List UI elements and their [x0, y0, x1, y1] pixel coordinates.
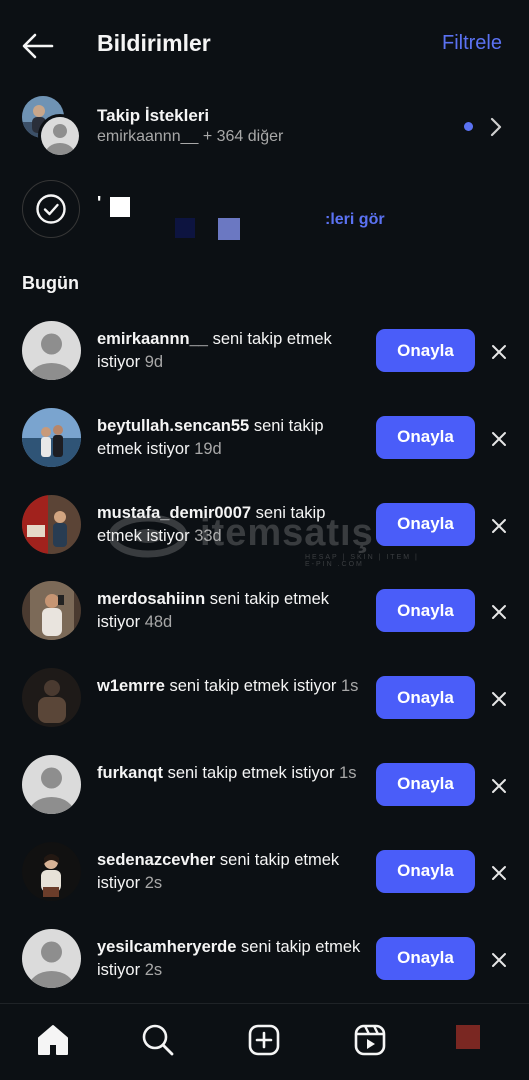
request-time: 2s — [144, 960, 163, 979]
avatar[interactable] — [22, 841, 81, 901]
page-title: Bildirimler — [97, 30, 211, 56]
close-icon[interactable] — [488, 601, 510, 623]
request-username[interactable]: mustafa_demir0007 — [97, 504, 251, 522]
avatar[interactable] — [22, 581, 81, 641]
request-text: sedenazcevher seni takip etmek istiyor 2… — [97, 849, 365, 895]
back-arrow-icon[interactable] — [20, 30, 56, 62]
avatar[interactable] — [22, 668, 81, 728]
request-row[interactable]: beytullah.sencan55 seni takip etmek isti… — [0, 403, 529, 490]
unread-dot — [464, 122, 473, 131]
close-icon[interactable] — [488, 949, 510, 971]
close-icon[interactable] — [488, 775, 510, 797]
request-row[interactable]: emirkaannn__ seni takip etmek istiyor 9d… — [0, 316, 529, 403]
close-icon[interactable] — [488, 515, 510, 537]
avatar[interactable] — [22, 321, 81, 380]
request-username[interactable]: furkanqt — [97, 764, 163, 782]
request-time: 9d — [144, 353, 164, 371]
request-username[interactable]: emirkaannn__ — [97, 330, 208, 348]
confirm-button[interactable]: Onayla — [376, 329, 475, 372]
create-icon[interactable] — [246, 1022, 282, 1058]
redaction-block — [175, 218, 195, 238]
reels-icon[interactable] — [352, 1022, 388, 1058]
header: Bildirimler Filtrele — [0, 0, 529, 90]
confirm-button[interactable]: Onayla — [376, 676, 475, 720]
request-text: furkanqt seni takip etmek istiyor 1s — [97, 762, 365, 785]
search-icon[interactable] — [140, 1022, 176, 1058]
request-time: 1s — [339, 763, 357, 782]
request-time: 1s — [340, 677, 359, 696]
bottom-tab-bar — [0, 1003, 529, 1080]
follow-requests-title: Takip İstekleri — [97, 106, 210, 125]
request-username[interactable]: sedenazcevher — [97, 851, 215, 869]
request-time: 48d — [144, 613, 173, 632]
request-text: mustafa_demir0007 seni takip etmek istiy… — [97, 502, 365, 548]
follow-requests-avatars — [22, 96, 84, 158]
close-icon[interactable] — [488, 341, 510, 363]
request-row[interactable]: yesilcamheryerde seni takip etmek istiyo… — [0, 924, 529, 1011]
request-username[interactable]: merdosahiinn — [97, 590, 205, 608]
confirm-button[interactable]: Onayla — [376, 502, 475, 546]
request-row[interactable]: merdosahiinn seni takip etmek istiyor 48… — [0, 576, 529, 663]
request-list: emirkaannn__ seni takip etmek istiyor 9d… — [0, 316, 529, 1010]
request-row[interactable]: w1emrre seni takip etmek istiyor 1s Onayl… — [0, 663, 529, 750]
close-icon[interactable] — [488, 862, 510, 884]
home-icon[interactable] — [35, 1022, 71, 1058]
activity-text-prefix: ' — [97, 193, 102, 213]
request-message: seni takip etmek istiyor — [164, 677, 337, 696]
request-time: 2s — [144, 873, 163, 892]
follow-requests-subtitle: emirkaannn__ + 364 diğer — [97, 128, 284, 145]
request-text: w1emrre seni takip etmek istiyor 1s — [97, 675, 365, 698]
close-icon[interactable] — [488, 428, 510, 450]
request-username[interactable]: w1emrre — [97, 677, 165, 695]
chevron-right-icon — [487, 116, 505, 138]
filter-button[interactable]: Filtrele — [442, 32, 502, 55]
request-row[interactable]: sedenazcevher seni takip etmek istiyor 2… — [0, 837, 529, 924]
request-text: emirkaannn__ seni takip etmek istiyor 9d — [97, 328, 365, 374]
request-row[interactable]: mustafa_demir0007 seni takip etmek istiy… — [0, 490, 529, 577]
confirm-button[interactable]: Onayla — [376, 936, 475, 980]
request-username[interactable]: yesilcamheryerde — [97, 938, 236, 956]
section-title-today: Bugün — [22, 273, 79, 293]
request-time: 19d — [194, 439, 222, 458]
avatar[interactable] — [22, 494, 81, 554]
confirm-button[interactable]: Onayla — [376, 849, 475, 893]
avatar[interactable] — [22, 754, 81, 814]
activity-row[interactable]: ' :leri gör — [0, 178, 529, 242]
profile-avatar[interactable] — [456, 1025, 480, 1049]
close-icon[interactable] — [488, 688, 510, 710]
follow-requests-row[interactable]: Takip İstekleri emirkaannn__ + 364 diğer — [0, 92, 529, 162]
request-message: seni takip etmek istiyor — [163, 763, 335, 782]
avatar[interactable] — [22, 928, 81, 988]
confirm-button[interactable]: Onayla — [376, 589, 475, 633]
redaction-block — [110, 197, 130, 217]
request-text: beytullah.sencan55 seni takip etmek isti… — [97, 415, 365, 461]
request-username[interactable]: beytullah.sencan55 — [97, 417, 249, 435]
default-avatar-icon — [38, 114, 82, 158]
check-circle-icon — [22, 180, 80, 238]
confirm-button[interactable]: Onayla — [376, 415, 475, 459]
confirm-button[interactable]: Onayla — [376, 762, 475, 806]
request-text: yesilcamheryerde seni takip etmek istiyo… — [97, 936, 365, 982]
redaction-block — [218, 218, 240, 240]
request-time: 33d — [194, 526, 222, 545]
see-all-link[interactable]: :leri gör — [325, 211, 385, 229]
request-text: merdosahiinn seni takip etmek istiyor 48… — [97, 588, 365, 634]
request-row[interactable]: furkanqt seni takip etmek istiyor 1s Onay… — [0, 750, 529, 837]
avatar[interactable] — [22, 407, 81, 467]
